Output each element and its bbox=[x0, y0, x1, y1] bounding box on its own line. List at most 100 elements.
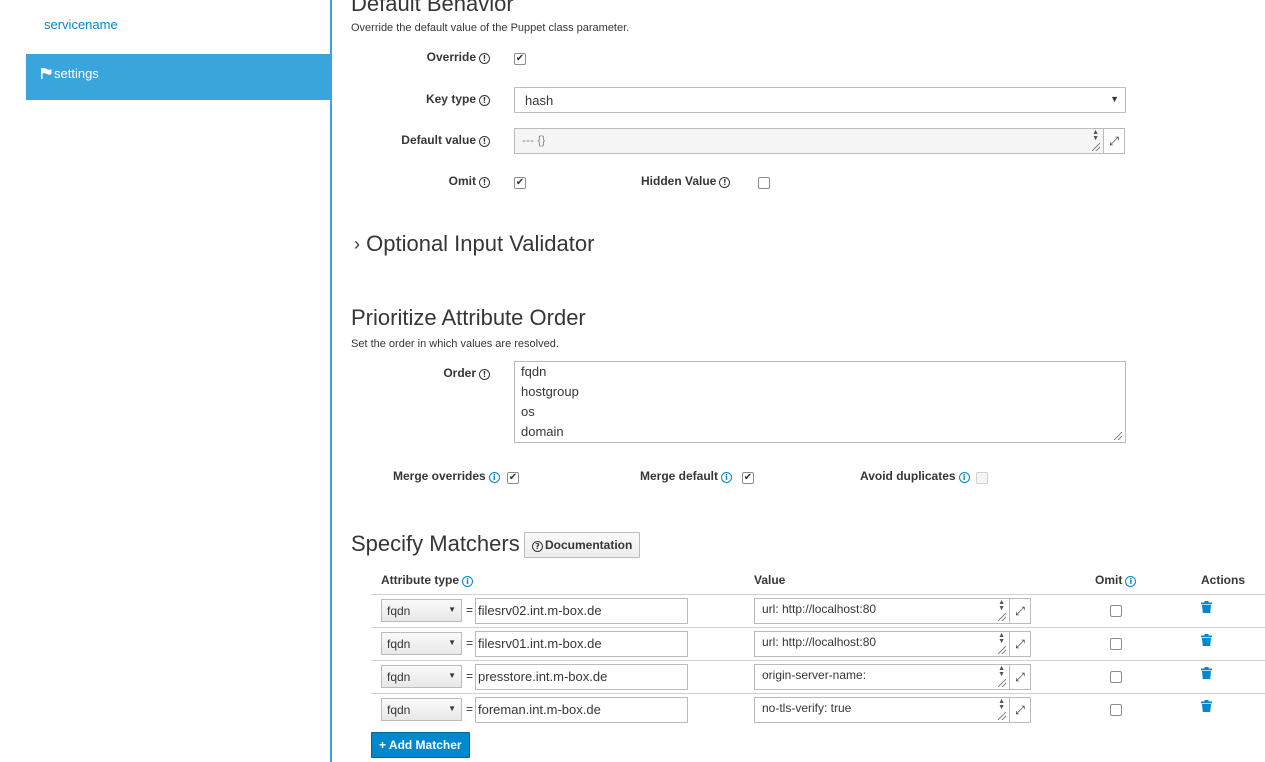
spinner-icon: ▲ ▼ bbox=[998, 632, 1005, 645]
dropdown-arrow-icon: ▼ bbox=[448, 671, 456, 680]
matcher-type-select[interactable]: fqdn ▼ bbox=[381, 698, 462, 721]
omit-label: Omit! bbox=[449, 174, 490, 188]
sidebar-item-settings[interactable]: settings bbox=[26, 54, 331, 100]
info-icon: i bbox=[1125, 576, 1137, 587]
hidden-value-checkbox[interactable] bbox=[758, 177, 770, 189]
expand-icon: ⤢ bbox=[1015, 604, 1025, 618]
info-icon: ! bbox=[479, 369, 490, 380]
section-title-matchers: Specify Matchers bbox=[351, 531, 520, 556]
resize-handle-icon[interactable] bbox=[1092, 143, 1100, 151]
resize-handle-icon[interactable] bbox=[998, 712, 1006, 720]
fullscreen-button[interactable]: ⤢ bbox=[1009, 598, 1031, 624]
add-matcher-button[interactable]: + Add Matcher bbox=[371, 732, 470, 758]
table-divider bbox=[371, 660, 1265, 661]
avoid-duplicates-checkbox[interactable] bbox=[976, 472, 988, 484]
merge-overrides-checkbox[interactable]: ✔ bbox=[507, 472, 519, 484]
default-value-textarea[interactable]: --- {} ▲ ▼ bbox=[514, 128, 1104, 154]
info-icon: i bbox=[488, 472, 500, 483]
matcher-type-value: fqdn bbox=[387, 670, 411, 684]
key-type-select[interactable]: hash ▼ bbox=[514, 87, 1126, 113]
trash-icon[interactable] bbox=[1201, 700, 1212, 715]
fullscreen-button[interactable]: ⤢ bbox=[1009, 631, 1031, 657]
equals-sign: = bbox=[466, 669, 474, 683]
default-behavior-help: Override the default value of the Puppet… bbox=[351, 22, 630, 34]
order-item: hostgroup bbox=[521, 384, 579, 399]
optional-validator-title: Optional Input Validator bbox=[366, 231, 595, 256]
hidden-value-label-text: Hidden Value bbox=[641, 174, 717, 188]
optional-validator-toggle[interactable]: › Optional Input Validator bbox=[354, 231, 594, 257]
header-attribute-type: Attribute type i bbox=[381, 573, 473, 587]
section-title-default-behavior: Default Behavior bbox=[351, 0, 514, 16]
omit-checkbox[interactable]: ✔ bbox=[514, 177, 526, 189]
matcher-omit-checkbox[interactable] bbox=[1110, 671, 1122, 683]
matcher-type-select[interactable]: fqdn ▼ bbox=[381, 599, 462, 622]
sidebar-divider bbox=[330, 0, 332, 762]
matcher-omit-checkbox[interactable] bbox=[1110, 704, 1122, 716]
matcher-override-text: origin-server-name: bbox=[762, 668, 867, 682]
merge-default-checkbox[interactable]: ✔ bbox=[742, 472, 754, 484]
header-value: Value bbox=[754, 573, 786, 587]
expand-icon: ⤢ bbox=[1109, 134, 1119, 148]
expand-icon: ⤢ bbox=[1015, 703, 1025, 717]
dropdown-arrow-icon: ▼ bbox=[448, 605, 456, 614]
question-circle-icon: ? bbox=[532, 541, 543, 552]
info-icon: ! bbox=[479, 136, 490, 147]
spinner-icon: ▲ ▼ bbox=[998, 665, 1005, 678]
info-icon: i bbox=[462, 576, 473, 587]
chevron-right-icon: › bbox=[354, 234, 360, 254]
info-icon: i bbox=[721, 472, 733, 483]
resize-handle-icon[interactable] bbox=[998, 613, 1006, 621]
default-value-label: Default value! bbox=[401, 133, 490, 147]
spinner-icon: ▲ ▼ bbox=[1092, 129, 1099, 142]
header-omit-text: Omit bbox=[1095, 573, 1123, 587]
info-icon: ! bbox=[479, 53, 490, 64]
matcher-type-select[interactable]: fqdn ▼ bbox=[381, 665, 462, 688]
merge-default-label-text: Merge default bbox=[640, 469, 719, 483]
sidebar-item-servicename[interactable]: servicename bbox=[44, 17, 118, 32]
documentation-button[interactable]: ? Documentation bbox=[524, 532, 641, 558]
info-icon: i bbox=[958, 472, 970, 483]
matcher-value-input[interactable]: filesrv01.int.m-box.de bbox=[475, 631, 688, 657]
order-textarea[interactable]: fqdn hostgroup os domain bbox=[514, 361, 1126, 443]
table-divider bbox=[371, 594, 1265, 595]
fullscreen-button[interactable]: ⤢ bbox=[1103, 128, 1125, 154]
matcher-omit-checkbox[interactable] bbox=[1110, 605, 1122, 617]
fullscreen-button[interactable]: ⤢ bbox=[1009, 697, 1031, 723]
matcher-override-value[interactable]: no-tls-verify: true ▲ ▼ bbox=[754, 697, 1010, 723]
matcher-omit-checkbox[interactable] bbox=[1110, 638, 1122, 650]
sidebar: servicename settings bbox=[0, 0, 331, 762]
fullscreen-button[interactable]: ⤢ bbox=[1009, 664, 1031, 690]
equals-sign: = bbox=[466, 603, 474, 617]
resize-handle-icon[interactable] bbox=[1114, 432, 1122, 440]
dropdown-arrow-icon: ▼ bbox=[448, 638, 456, 647]
matcher-override-value[interactable]: origin-server-name: ▲ ▼ bbox=[754, 664, 1010, 690]
default-value-label-text: Default value bbox=[401, 133, 476, 147]
trash-icon[interactable] bbox=[1201, 667, 1212, 682]
order-label: Order! bbox=[443, 366, 490, 380]
matcher-type-value: fqdn bbox=[387, 637, 411, 651]
resize-handle-icon[interactable] bbox=[998, 679, 1006, 687]
hidden-value-label: Hidden Value! bbox=[641, 174, 731, 188]
matcher-value-input[interactable]: foreman.int.m-box.de bbox=[475, 697, 688, 723]
documentation-button-label: Documentation bbox=[545, 538, 633, 552]
order-item: domain bbox=[521, 424, 564, 439]
key-type-value: hash bbox=[525, 93, 554, 108]
matcher-override-value[interactable]: url: http://localhost:80 ▲ ▼ bbox=[754, 598, 1010, 624]
resize-handle-icon[interactable] bbox=[998, 646, 1006, 654]
avoid-duplicates-label: Avoid duplicates i bbox=[860, 469, 970, 483]
spinner-icon: ▲ ▼ bbox=[998, 599, 1005, 612]
matcher-value-input[interactable]: presstore.int.m-box.de bbox=[475, 664, 688, 690]
matcher-override-value[interactable]: url: http://localhost:80 ▲ ▼ bbox=[754, 631, 1010, 657]
trash-icon[interactable] bbox=[1201, 634, 1212, 649]
override-checkbox[interactable]: ✔ bbox=[514, 53, 526, 65]
merge-default-label: Merge default i bbox=[640, 469, 733, 483]
header-omit: Omit i bbox=[1095, 573, 1137, 587]
avoid-duplicates-label-text: Avoid duplicates bbox=[860, 469, 956, 483]
trash-icon[interactable] bbox=[1201, 601, 1212, 616]
expand-icon: ⤢ bbox=[1015, 637, 1025, 651]
omit-label-text: Omit bbox=[448, 174, 476, 188]
matcher-type-select[interactable]: fqdn ▼ bbox=[381, 632, 462, 655]
header-actions: Actions bbox=[1201, 573, 1246, 587]
info-icon: ! bbox=[719, 177, 731, 188]
matcher-value-input[interactable]: filesrv02.int.m-box.de bbox=[475, 598, 688, 624]
